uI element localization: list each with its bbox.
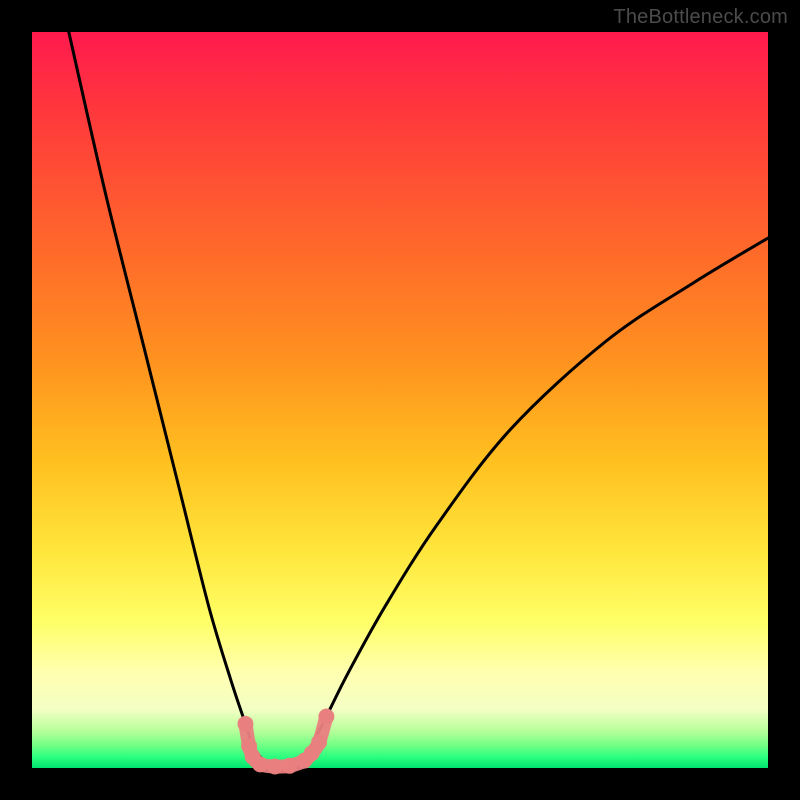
right-bottleneck-curve bbox=[297, 238, 768, 768]
left-bottleneck-curve bbox=[69, 32, 275, 768]
highlighted-points bbox=[237, 708, 334, 774]
highlight-marker bbox=[311, 734, 327, 750]
highlight-marker bbox=[252, 756, 268, 772]
chart-frame: TheBottleneck.com bbox=[0, 0, 800, 800]
plot-area bbox=[32, 32, 768, 768]
highlight-marker bbox=[282, 758, 298, 774]
curve-layer bbox=[32, 32, 768, 768]
highlight-marker bbox=[267, 759, 283, 775]
highlight-marker bbox=[237, 716, 253, 732]
highlight-marker bbox=[318, 708, 334, 724]
watermark-text: TheBottleneck.com bbox=[613, 6, 788, 29]
